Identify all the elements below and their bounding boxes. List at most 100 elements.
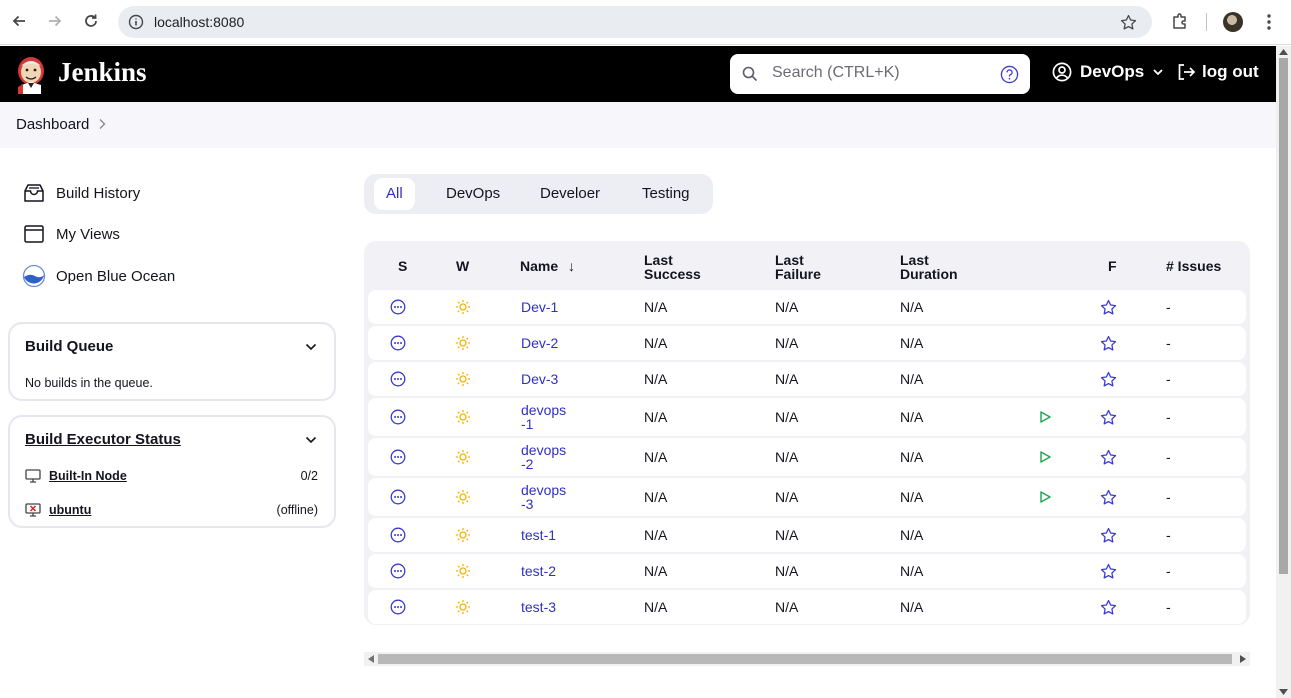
build-queue-title[interactable]: Build Queue (25, 338, 113, 355)
weather-sunny-icon[interactable] (455, 599, 471, 615)
profile-avatar[interactable] (1223, 12, 1243, 32)
breadcrumb-dashboard[interactable]: Dashboard (16, 116, 89, 133)
job-link[interactable]: devops -3 (521, 483, 566, 511)
task-my-views[interactable]: My Views (22, 222, 120, 246)
user-menu[interactable]: DevOps (1052, 62, 1164, 82)
status-not-built-icon[interactable] (390, 489, 406, 505)
table-scrollbar[interactable] (364, 652, 1250, 666)
favorite-star-icon[interactable] (1100, 335, 1117, 352)
address-bar[interactable]: localhost:8080 (118, 6, 1152, 38)
page-scrollbar[interactable] (1276, 46, 1291, 698)
weather-sunny-icon[interactable] (455, 371, 471, 387)
job-name-line[interactable]: Dev-3 (521, 372, 558, 386)
scroll-down-icon[interactable] (1279, 689, 1288, 695)
status-not-built-icon[interactable] (390, 599, 406, 615)
favorite-star-icon[interactable] (1100, 371, 1117, 388)
back-button[interactable] (9, 11, 29, 31)
header-last-duration[interactable]: Last Duration (900, 253, 958, 281)
schedule-build-play-icon[interactable] (1038, 450, 1052, 464)
job-name-line[interactable]: devops (521, 483, 566, 497)
extensions-icon[interactable] (1171, 12, 1189, 30)
weather-sunny-icon[interactable] (455, 449, 471, 465)
user-name[interactable]: DevOps (1080, 62, 1144, 82)
status-not-built-icon[interactable] (390, 299, 406, 315)
kebab-menu-icon[interactable] (1262, 12, 1276, 32)
header-last-success[interactable]: Last Success (644, 253, 701, 281)
job-name-line[interactable]: -3 (521, 497, 566, 511)
weather-sunny-icon[interactable] (455, 299, 471, 315)
job-name-line[interactable]: -1 (521, 417, 566, 431)
tab-all[interactable]: All (374, 178, 415, 210)
chevron-down-icon[interactable] (304, 433, 318, 447)
status-not-built-icon[interactable] (390, 449, 406, 465)
scrollbar-thumb[interactable] (378, 654, 1232, 664)
header-last-failure[interactable]: Last Failure (775, 253, 821, 281)
job-name-line[interactable]: test-2 (521, 564, 556, 578)
status-not-built-icon[interactable] (390, 371, 406, 387)
executor-name[interactable]: ubuntu (49, 503, 91, 517)
chevron-down-icon[interactable] (304, 340, 318, 354)
tab-devops[interactable]: DevOps (434, 178, 512, 210)
job-link[interactable]: test-3 (521, 600, 556, 614)
scroll-left-icon[interactable] (368, 655, 374, 663)
favorite-star-icon[interactable] (1100, 449, 1117, 466)
weather-sunny-icon[interactable] (455, 409, 471, 425)
reload-button[interactable] (81, 11, 101, 31)
schedule-build-play-icon[interactable] (1038, 490, 1052, 504)
header-weather[interactable]: W (456, 259, 469, 273)
job-name-line[interactable]: test-3 (521, 600, 556, 614)
header-favorite[interactable]: F (1108, 259, 1117, 273)
task-label[interactable]: Build History (56, 185, 140, 202)
task-build-history[interactable]: Build History (22, 181, 140, 205)
logout-label[interactable]: log out (1202, 62, 1259, 82)
scroll-up-icon[interactable] (1279, 49, 1288, 55)
favorite-star-icon[interactable] (1100, 527, 1117, 544)
job-name-line[interactable]: test-1 (521, 528, 556, 542)
logout-link[interactable]: log out (1176, 62, 1259, 82)
status-not-built-icon[interactable] (390, 527, 406, 543)
weather-sunny-icon[interactable] (455, 489, 471, 505)
job-link[interactable]: devops -1 (521, 403, 566, 431)
forward-button[interactable] (45, 11, 65, 31)
chevron-right-icon[interactable] (97, 118, 107, 130)
task-label[interactable]: My Views (56, 226, 120, 243)
job-link[interactable]: test-2 (521, 564, 556, 578)
weather-sunny-icon[interactable] (455, 563, 471, 579)
search-box[interactable] (730, 54, 1030, 94)
app-title[interactable]: Jenkins (58, 57, 147, 88)
build-executor-title[interactable]: Build Executor Status (25, 431, 181, 448)
job-link[interactable]: devops -2 (521, 443, 566, 471)
favorite-star-icon[interactable] (1100, 599, 1117, 616)
search-input[interactable] (772, 64, 992, 82)
job-name-line[interactable]: Dev-2 (521, 336, 558, 350)
bookmark-star-icon[interactable] (1120, 14, 1137, 31)
task-label[interactable]: Open Blue Ocean (56, 268, 175, 285)
status-not-built-icon[interactable] (390, 563, 406, 579)
schedule-build-play-icon[interactable] (1038, 410, 1052, 424)
weather-sunny-icon[interactable] (455, 527, 471, 543)
task-open-blue-ocean[interactable]: Open Blue Ocean (22, 264, 175, 288)
favorite-star-icon[interactable] (1100, 299, 1117, 316)
scroll-right-icon[interactable] (1240, 655, 1246, 663)
favorite-star-icon[interactable] (1100, 563, 1117, 580)
status-not-built-icon[interactable] (390, 409, 406, 425)
header-status[interactable]: S (398, 259, 407, 273)
favorite-star-icon[interactable] (1100, 489, 1117, 506)
header-name-label[interactable]: Name (520, 258, 558, 274)
header-name[interactable]: Name ↓ (520, 259, 575, 273)
job-name-line[interactable]: Dev-1 (521, 300, 558, 314)
favorite-star-icon[interactable] (1100, 409, 1117, 426)
status-not-built-icon[interactable] (390, 335, 406, 351)
job-name-line[interactable]: devops (521, 403, 566, 417)
tab-develoer[interactable]: Develoer (528, 178, 612, 210)
url-text[interactable]: localhost:8080 (154, 14, 244, 30)
job-link[interactable]: Dev-3 (521, 372, 558, 386)
executor-name[interactable]: Built-In Node (49, 469, 127, 483)
job-name-line[interactable]: devops (521, 443, 566, 457)
job-name-line[interactable]: -2 (521, 457, 566, 471)
help-icon[interactable] (1000, 65, 1019, 84)
jenkins-logo-icon[interactable] (15, 54, 47, 94)
scrollbar-thumb[interactable] (1279, 58, 1288, 574)
site-info-icon[interactable] (128, 14, 144, 30)
weather-sunny-icon[interactable] (455, 335, 471, 351)
